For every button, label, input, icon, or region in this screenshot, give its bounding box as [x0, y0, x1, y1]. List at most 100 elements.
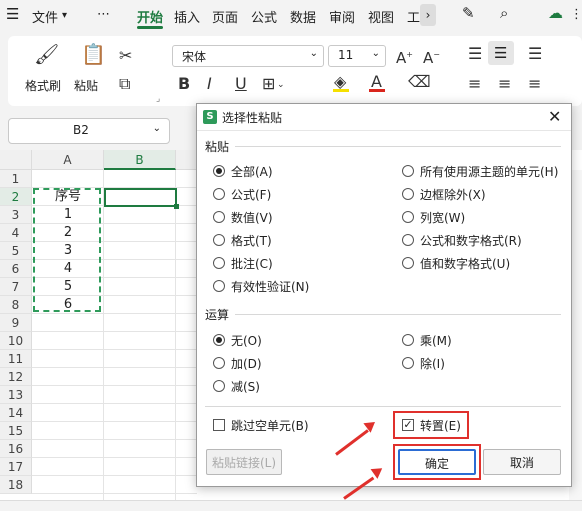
radio-op-none-label[interactable]: 无(O) [231, 332, 262, 349]
column-header-a[interactable]: A [32, 150, 104, 170]
font-size-select[interactable]: 11 ⌄ [328, 45, 386, 67]
tab-review[interactable]: 审阅 [329, 7, 355, 26]
radio-op-add-label[interactable]: 加(D) [231, 355, 262, 372]
row-header[interactable]: 8 [0, 296, 32, 314]
row-header[interactable]: 2 [0, 188, 32, 206]
fill-handle[interactable] [174, 204, 179, 209]
row-header[interactable]: 15 [0, 422, 32, 440]
row-header[interactable]: 5 [0, 242, 32, 260]
align-bottom-icon[interactable]: ☰ [528, 46, 542, 62]
radio-op-subtract[interactable] [213, 380, 225, 392]
radio-op-multiply-label[interactable]: 乘(M) [420, 332, 452, 349]
radio-paste-values-numfmt-label[interactable]: 值和数字格式(U) [420, 255, 510, 272]
radio-paste-formulas-numfmt[interactable] [402, 234, 414, 246]
radio-paste-formulas[interactable] [213, 188, 225, 200]
radio-paste-col-widths[interactable] [402, 211, 414, 223]
radio-paste-col-widths-label[interactable]: 列宽(W) [420, 209, 465, 226]
radio-op-subtract-label[interactable]: 减(S) [231, 378, 260, 395]
fill-color-icon[interactable]: ◈ [334, 74, 346, 90]
tab-home[interactable]: 开始 [137, 7, 163, 26]
radio-paste-all[interactable] [213, 165, 225, 177]
active-cell-b2[interactable] [104, 188, 177, 207]
chevron-down-icon[interactable]: ▾ [62, 10, 67, 21]
radio-paste-values-label[interactable]: 数值(V) [231, 209, 273, 226]
radio-paste-formulas-label[interactable]: 公式(F) [231, 186, 271, 203]
row-header[interactable]: 16 [0, 440, 32, 458]
more-icon[interactable]: ⋯ [97, 7, 110, 22]
skip-blanks-checkbox[interactable] [213, 419, 225, 431]
search-icon[interactable]: ⌕ [500, 4, 508, 22]
row-header[interactable]: 10 [0, 332, 32, 350]
font-decrease-icon[interactable]: A− [423, 47, 440, 66]
menu-file[interactable]: 文件 [32, 7, 58, 26]
row-header[interactable]: 6 [0, 260, 32, 278]
radio-op-none[interactable] [213, 334, 225, 346]
align-middle-button[interactable]: ☰ [488, 41, 514, 65]
radio-paste-formats-label[interactable]: 格式(T) [231, 232, 272, 249]
radio-paste-formulas-numfmt-label[interactable]: 公式和数字格式(R) [420, 232, 522, 249]
format-painter-label[interactable]: 格式刷 [25, 77, 61, 94]
copy-icon[interactable]: ⧉ [119, 76, 130, 92]
align-center-icon[interactable]: ≡ [498, 76, 511, 92]
radio-paste-formats[interactable] [213, 234, 225, 246]
border-icon[interactable]: ⊞ [262, 76, 275, 92]
eraser-icon[interactable]: ⌫ [408, 74, 431, 90]
radio-paste-source-theme[interactable] [402, 165, 414, 177]
radio-paste-values-numfmt[interactable] [402, 257, 414, 269]
overflow-icon[interactable]: ⋮ [570, 7, 582, 22]
tab-page[interactable]: 页面 [212, 7, 238, 26]
row-header[interactable]: 3 [0, 206, 32, 224]
font-increase-icon[interactable]: A+ [396, 47, 413, 66]
row-header[interactable]: 1 [0, 170, 32, 188]
underline-icon[interactable]: U [235, 76, 247, 92]
close-icon[interactable]: ✕ [548, 107, 561, 126]
align-right-icon[interactable]: ≡ [528, 76, 541, 92]
font-color-icon[interactable]: A [371, 74, 382, 90]
radio-paste-validation[interactable] [213, 280, 225, 292]
row-header[interactable]: 18 [0, 476, 32, 494]
font-name-select[interactable]: 宋体 ⌄ [172, 45, 324, 67]
tab-tools-partial[interactable]: 工 [407, 7, 420, 26]
column-header-b[interactable]: B [104, 150, 176, 170]
edit-icon[interactable]: ✎ [462, 4, 475, 22]
row-header[interactable]: 12 [0, 368, 32, 386]
radio-op-divide-label[interactable]: 除(I) [420, 355, 445, 372]
column-header-c-partial[interactable] [176, 150, 198, 170]
cut-icon[interactable]: ✂ [119, 48, 132, 64]
radio-op-add[interactable] [213, 357, 225, 369]
select-all-corner[interactable] [0, 150, 32, 170]
name-box[interactable]: B2 ⌄ [8, 118, 170, 144]
tab-formula[interactable]: 公式 [251, 7, 277, 26]
row-header[interactable]: 7 [0, 278, 32, 296]
tab-view[interactable]: 视图 [368, 7, 394, 26]
radio-op-divide[interactable] [402, 357, 414, 369]
paste-label[interactable]: 粘贴 [74, 77, 98, 94]
radio-paste-validation-label[interactable]: 有效性验证(N) [231, 278, 309, 295]
bold-icon[interactable]: B [178, 76, 190, 92]
cloud-sync-icon[interactable]: ☁ [548, 4, 563, 22]
radio-paste-comments-label[interactable]: 批注(C) [231, 255, 273, 272]
italic-icon[interactable]: I [207, 76, 212, 92]
row-header[interactable]: 14 [0, 404, 32, 422]
radio-op-multiply[interactable] [402, 334, 414, 346]
clipboard-expand-icon[interactable]: ⌟ [156, 94, 160, 104]
align-left-icon[interactable]: ≡ [468, 76, 481, 92]
radio-paste-no-borders-label[interactable]: 边框除外(X) [420, 186, 486, 203]
tabs-scroll-right-icon[interactable]: › [420, 4, 436, 26]
row-header[interactable]: 17 [0, 458, 32, 476]
row-header[interactable]: 9 [0, 314, 32, 332]
paste-link-button[interactable]: 粘贴链接(L) [206, 449, 282, 475]
radio-paste-no-borders[interactable] [402, 188, 414, 200]
row-header[interactable]: 4 [0, 224, 32, 242]
tab-data[interactable]: 数据 [290, 7, 316, 26]
radio-paste-values[interactable] [213, 211, 225, 223]
hamburger-icon[interactable]: ☰ [6, 5, 19, 23]
chevron-down-icon[interactable]: ⌄ [277, 77, 285, 93]
radio-paste-source-theme-label[interactable]: 所有使用源主题的单元(H) [420, 163, 558, 180]
radio-paste-all-label[interactable]: 全部(A) [231, 163, 273, 180]
skip-blanks-label[interactable]: 跳过空单元(B) [231, 417, 309, 434]
radio-paste-comments[interactable] [213, 257, 225, 269]
row-header[interactable]: 13 [0, 386, 32, 404]
tab-insert[interactable]: 插入 [174, 7, 200, 26]
align-top-icon[interactable]: ☰ [468, 46, 482, 62]
